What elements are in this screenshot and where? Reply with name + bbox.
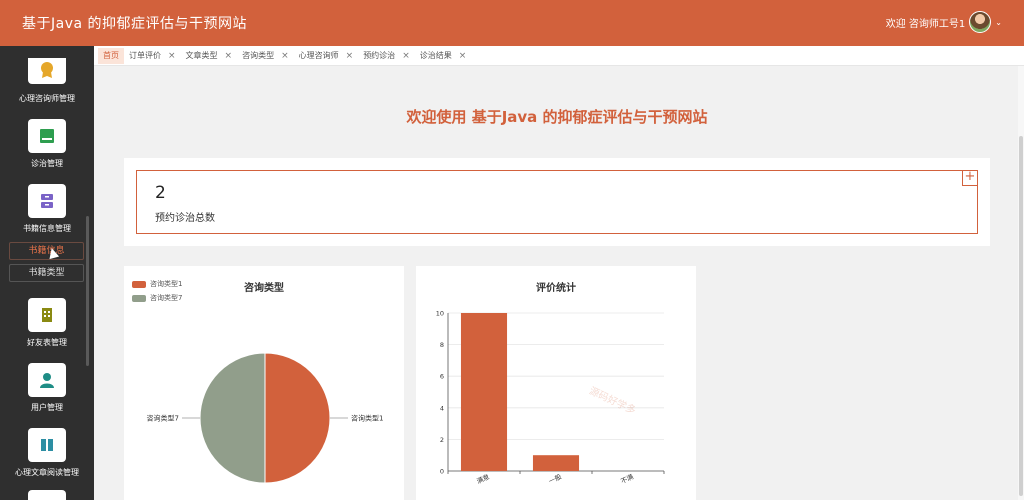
bar <box>460 313 508 471</box>
y-tick-label: 6 <box>440 373 444 381</box>
x-tick-label: 不满 <box>619 472 635 486</box>
close-icon[interactable]: × <box>168 48 176 64</box>
x-tick-label: 一般 <box>547 472 563 486</box>
close-icon[interactable]: × <box>225 48 233 64</box>
tab-bar: 首页 订单评价 × 文章类型 × 咨询类型 × 心理咨询师 × 预约诊治 × 诊治结果 × <box>94 46 1024 66</box>
y-tick-label: 8 <box>440 341 444 349</box>
app-title: 基于Java 的抑郁症评估与干预网站 <box>22 16 248 32</box>
y-tick-label: 10 <box>436 310 444 318</box>
pie-label: 咨询类型7 <box>147 414 179 423</box>
tab-article-type[interactable]: 文章类型 × <box>181 48 238 64</box>
bar-chart: 0 2 4 6 8 10 满意 一般 不满 <box>436 310 665 486</box>
sidebar-subitem-book-type[interactable]: 书籍类型 <box>9 264 84 282</box>
cabinet-icon <box>41 194 53 208</box>
sidebar-item-label: 用户管理 <box>31 403 63 412</box>
pie-slice <box>199 352 266 484</box>
tab-appointment[interactable]: 预约诊治 × <box>358 48 415 64</box>
welcome-heading: 欢迎使用 基于Java 的抑郁症评估与干预网站 <box>406 108 708 126</box>
stat-label: 预约诊治总数 <box>155 213 215 224</box>
y-tick-label: 2 <box>440 436 444 444</box>
sidebar-item-counselor[interactable]: 心理咨询师管理 <box>0 58 94 104</box>
y-tick-label: 4 <box>440 404 444 412</box>
pie-slice <box>264 352 331 484</box>
welcome-user: 欢迎 咨询师工号1 <box>885 18 966 30</box>
tab-order-review[interactable]: 订单评价 × <box>124 48 181 64</box>
tab-home[interactable]: 首页 <box>98 47 124 64</box>
close-icon[interactable]: × <box>281 48 289 64</box>
award-icon <box>28 58 66 84</box>
close-icon[interactable]: × <box>402 48 410 64</box>
bar <box>532 455 580 471</box>
user-menu[interactable]: 欢迎 咨询师工号1 ⌄ <box>886 11 1002 33</box>
page-scrollbar[interactable] <box>1018 66 1024 500</box>
tab-result[interactable]: 诊治结果 × <box>415 48 472 64</box>
pie-chart-card: 咨询类型 咨询类型1 咨询类型7 咨询类型1 咨询类型7 <box>124 266 404 500</box>
tab-consult-type[interactable]: 咨询类型 × <box>237 48 294 64</box>
sidebar-item-label: 心理咨询师管理 <box>19 94 75 103</box>
tab-counselor[interactable]: 心理咨询师 × <box>294 48 359 64</box>
building-icon <box>42 308 52 322</box>
sidebar-item-label: 诊治管理 <box>31 159 63 168</box>
sidebar-item-more[interactable] <box>0 490 94 500</box>
plus-icon[interactable]: + <box>962 170 978 186</box>
stat-panel: 2 预约诊治总数 + <box>124 158 990 246</box>
x-tick-label: 满意 <box>475 472 491 486</box>
stat-card-appointments: 2 预约诊治总数 + <box>136 170 978 234</box>
sidebar-item-books[interactable]: 书籍信息管理 <box>0 184 94 234</box>
sidebar-item-label: 好友表管理 <box>27 338 67 347</box>
y-tick-label: 0 <box>440 468 444 476</box>
sidebar-scrollbar[interactable] <box>86 216 89 366</box>
sidebar-item-diagnosis[interactable]: 诊治管理 <box>0 119 94 169</box>
sidebar-item-label: 心理文章阅读管理 <box>15 468 79 477</box>
bar-chart-card: 评价统计 0 2 4 6 8 10 满意 一般 不满 <box>416 266 696 500</box>
stat-value: 2 <box>155 183 166 203</box>
pie-chart: 咨询类型1 咨询类型7 <box>147 352 383 484</box>
chevron-down-icon[interactable]: ⌄ <box>995 18 1002 27</box>
sidebar-item-articles[interactable]: 心理文章阅读管理 <box>0 428 94 478</box>
avatar[interactable] <box>969 11 992 33</box>
close-icon[interactable]: × <box>459 48 467 64</box>
pie-label: 咨询类型1 <box>351 414 383 423</box>
card-icon <box>40 129 54 143</box>
sidebar: 心理咨询师管理 诊治管理 书籍信息管理 书籍信息 书籍类型 好友表管理 用户管理… <box>0 46 94 500</box>
sidebar-item-friends[interactable]: 好友表管理 <box>0 298 94 348</box>
sidebar-item-label: 书籍信息管理 <box>23 224 71 233</box>
person-icon <box>40 373 54 388</box>
book-icon <box>41 439 53 451</box>
sidebar-item-users[interactable]: 用户管理 <box>0 363 94 413</box>
close-icon[interactable]: × <box>346 48 354 64</box>
top-header: 基于Java 的抑郁症评估与干预网站 欢迎 咨询师工号1 ⌄ <box>0 0 1024 46</box>
